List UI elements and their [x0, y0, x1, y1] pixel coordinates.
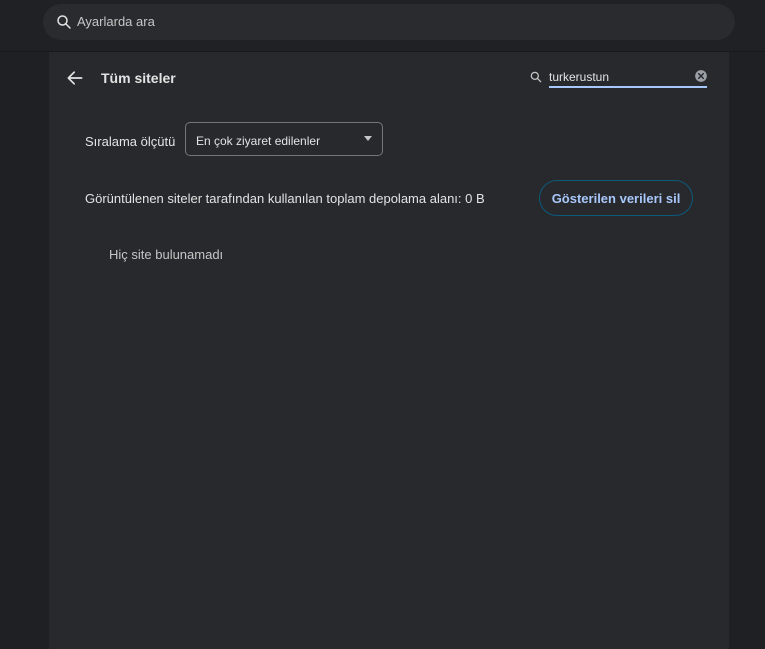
clear-icon[interactable]	[694, 69, 708, 83]
sort-label: Sıralama ölçütü	[85, 134, 176, 149]
page-title: Tüm siteler	[101, 70, 176, 86]
storage-usage-text: Görüntülenen siteler tarafından kullanıl…	[85, 191, 485, 206]
all-sites-panel: Tüm siteler Sıralama ölçütü En çok ziyar…	[49, 52, 729, 649]
sort-selected-value: En çok ziyaret edilenler	[196, 134, 321, 148]
right-gutter	[729, 52, 765, 649]
chevron-down-icon	[364, 136, 372, 141]
delete-shown-data-button[interactable]: Gösterilen verileri sil	[539, 180, 693, 216]
site-search	[529, 68, 709, 88]
top-bar: Ayarlarda ara	[0, 0, 765, 52]
back-arrow-icon[interactable]	[65, 68, 85, 88]
settings-search-placeholder: Ayarlarda ara	[77, 14, 155, 29]
settings-search-bar[interactable]: Ayarlarda ara	[43, 4, 735, 40]
sort-dropdown[interactable]: En çok ziyaret edilenler	[185, 122, 383, 156]
left-gutter	[0, 52, 49, 649]
site-search-input[interactable]	[549, 68, 707, 88]
search-icon	[57, 15, 71, 29]
search-icon	[530, 71, 542, 83]
empty-results-message: Hiç site bulunamadı	[109, 247, 224, 262]
